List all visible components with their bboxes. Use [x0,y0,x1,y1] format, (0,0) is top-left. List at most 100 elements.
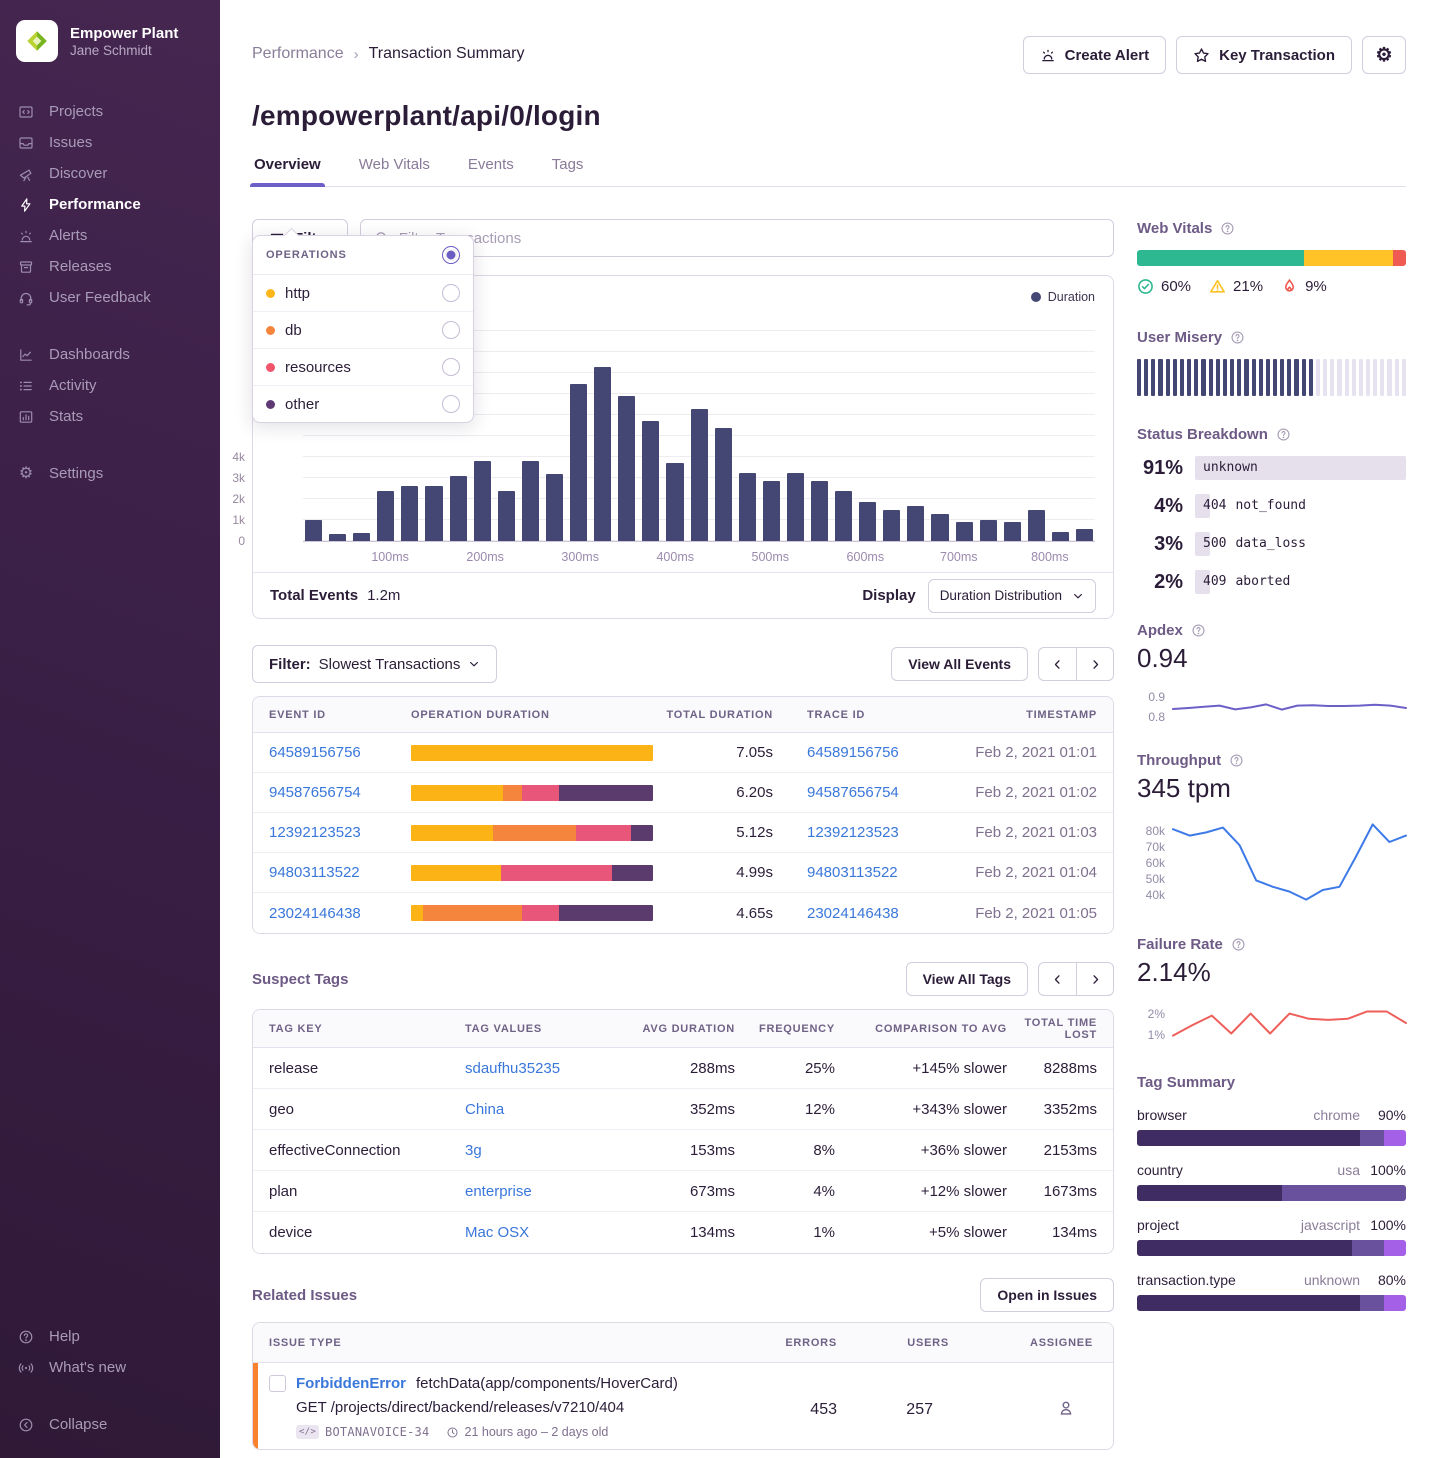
sidebar-item-alerts[interactable]: Alerts [0,220,220,251]
tag-summary-value: javascript [1301,1217,1360,1233]
table-row: 94803113522 4.99s 94803113522 Feb 2, 202… [253,853,1113,893]
breadcrumb-performance[interactable]: Performance [252,45,344,63]
question-circle-icon[interactable] [1220,221,1235,236]
settings-button[interactable]: ⚙ [1362,36,1406,74]
http-radio[interactable] [442,284,460,302]
table-row: 94587656754 6.20s 94587656754 Feb 2, 202… [253,773,1113,813]
previous-page-button[interactable] [1038,647,1076,681]
operation-option-resources[interactable]: resources [253,349,473,386]
org-switcher[interactable]: Empower Plant Jane Schmidt [0,20,220,62]
duration-legend-dot [1031,292,1041,302]
operation-option-other[interactable]: other [253,386,473,422]
key-transaction-label: Key Transaction [1219,47,1335,64]
operation-option-http[interactable]: http [253,275,473,312]
event-id-link[interactable]: 23024146438 [269,905,411,922]
resources-radio[interactable] [442,358,460,376]
question-circle-icon[interactable] [1276,427,1291,442]
view-all-events-button[interactable]: View All Events [891,647,1028,681]
org-logo [16,20,58,62]
open-in-issues-button[interactable]: Open in Issues [980,1278,1114,1312]
performance-icon [17,197,35,213]
sidebar-item-whats-new[interactable]: What's new [0,1352,220,1383]
operation-option-db[interactable]: db [253,312,473,349]
tag-value-link[interactable]: enterprise [465,1183,635,1200]
timestamp: Feb 2, 2021 01:05 [957,905,1097,922]
issue-checkbox[interactable] [269,1375,286,1392]
next-page-button[interactable] [1076,647,1114,681]
display-dropdown[interactable]: Duration Distribution [928,579,1096,613]
tag-value-link[interactable]: sdaufhu35235 [465,1060,635,1077]
event-id-link[interactable]: 94803113522 [269,864,411,881]
tag-value-link[interactable]: Mac OSX [465,1224,635,1241]
tab-events[interactable]: Events [466,156,516,186]
question-circle-icon[interactable] [1229,753,1244,768]
create-alert-button[interactable]: Create Alert [1023,36,1166,74]
event-id-link[interactable]: 94587656754 [269,784,411,801]
legend-label: Duration [1048,290,1095,304]
clock-icon [446,1426,459,1439]
tag-summary-key: browser [1137,1107,1187,1123]
question-circle-icon[interactable] [1191,623,1206,638]
comparison: +145% slower [835,1060,1007,1077]
star-icon [1193,47,1210,64]
sidebar-item-activity[interactable]: Activity [0,370,220,401]
sidebar-item-issues[interactable]: Issues [0,127,220,158]
column-header: FREQUENCY [735,1023,835,1035]
sidebar-item-user-feedback[interactable]: User Feedback [0,282,220,313]
apdex-sparkline [1173,688,1406,722]
tag-value-link[interactable]: China [465,1101,635,1118]
tab-tags[interactable]: Tags [550,156,586,186]
open-in-issues-label: Open in Issues [997,1287,1097,1303]
operations-dropdown-header: OPERATIONS [266,249,347,261]
other-radio[interactable] [442,395,460,413]
sidebar-item-releases[interactable]: Releases [0,251,220,282]
sidebar-item-performance[interactable]: Performance [0,189,220,220]
sidebar-item-label: Collapse [49,1416,107,1433]
histogram-y-axis: 01k2k3k4k [215,320,245,542]
gear-icon: ⚙ [17,466,35,482]
status-label: data_loss [1235,536,1305,551]
db-radio[interactable] [442,321,460,339]
assignee-button[interactable] [949,1399,1097,1417]
previous-page-button[interactable] [1038,962,1076,996]
issue-type-link[interactable]: ForbiddenError [296,1375,406,1392]
event-id-link[interactable]: 12392123523 [269,824,411,841]
search-input[interactable] [399,230,1100,247]
sidebar-item-projects[interactable]: Projects [0,96,220,127]
trace-id-link[interactable]: 94587656754 [807,784,957,801]
column-header: ASSIGNEE [949,1337,1097,1349]
event-id-link[interactable]: 64589156756 [269,744,411,761]
issue-users-count: 257 [863,1401,949,1419]
sidebar-item-settings[interactable]: ⚙ Settings [0,458,220,489]
column-header: TIMESTAMP [957,709,1097,721]
transaction-filter-dropdown[interactable]: Filter: Slowest Transactions [252,645,497,683]
sidebar-item-stats[interactable]: Stats [0,401,220,432]
tab-overview[interactable]: Overview [252,156,323,186]
tag-summary-value: unknown [1304,1272,1360,1288]
tag-value-link[interactable]: 3g [465,1142,635,1159]
throughput-y-axis: 80k70k60k50k40k [1137,818,1173,906]
column-header: TRACE ID [807,709,957,721]
sidebar-item-dashboards[interactable]: Dashboards [0,339,220,370]
column-header: USERS [863,1337,949,1349]
trace-id-link[interactable]: 94803113522 [807,864,957,881]
operations-all-radio[interactable] [442,246,460,264]
tab-web-vitals[interactable]: Web Vitals [357,156,432,186]
operation-duration-bar [411,825,653,841]
sidebar-collapse-button[interactable]: Collapse [0,1409,220,1440]
trace-id-link[interactable]: 64589156756 [807,744,957,761]
trace-id-link[interactable]: 23024146438 [807,905,957,922]
sidebar-item-discover[interactable]: Discover [0,158,220,189]
trace-id-link[interactable]: 12392123523 [807,824,957,841]
key-transaction-button[interactable]: Key Transaction [1176,36,1352,74]
flame-icon [1281,278,1298,295]
next-page-button[interactable] [1076,962,1114,996]
apdex-y-axis: 0.90.8 [1137,688,1173,722]
sidebar-item-help[interactable]: Help [0,1321,220,1352]
question-circle-icon[interactable] [1230,330,1245,345]
view-all-tags-button[interactable]: View All Tags [906,962,1028,996]
histogram-x-axis: 100ms200ms300ms400ms500ms600ms700ms800ms [303,550,1095,568]
tab-bar: Overview Web Vitals Events Tags [252,156,1406,187]
sidebar-item-label: Alerts [49,227,87,244]
question-circle-icon[interactable] [1231,937,1246,952]
